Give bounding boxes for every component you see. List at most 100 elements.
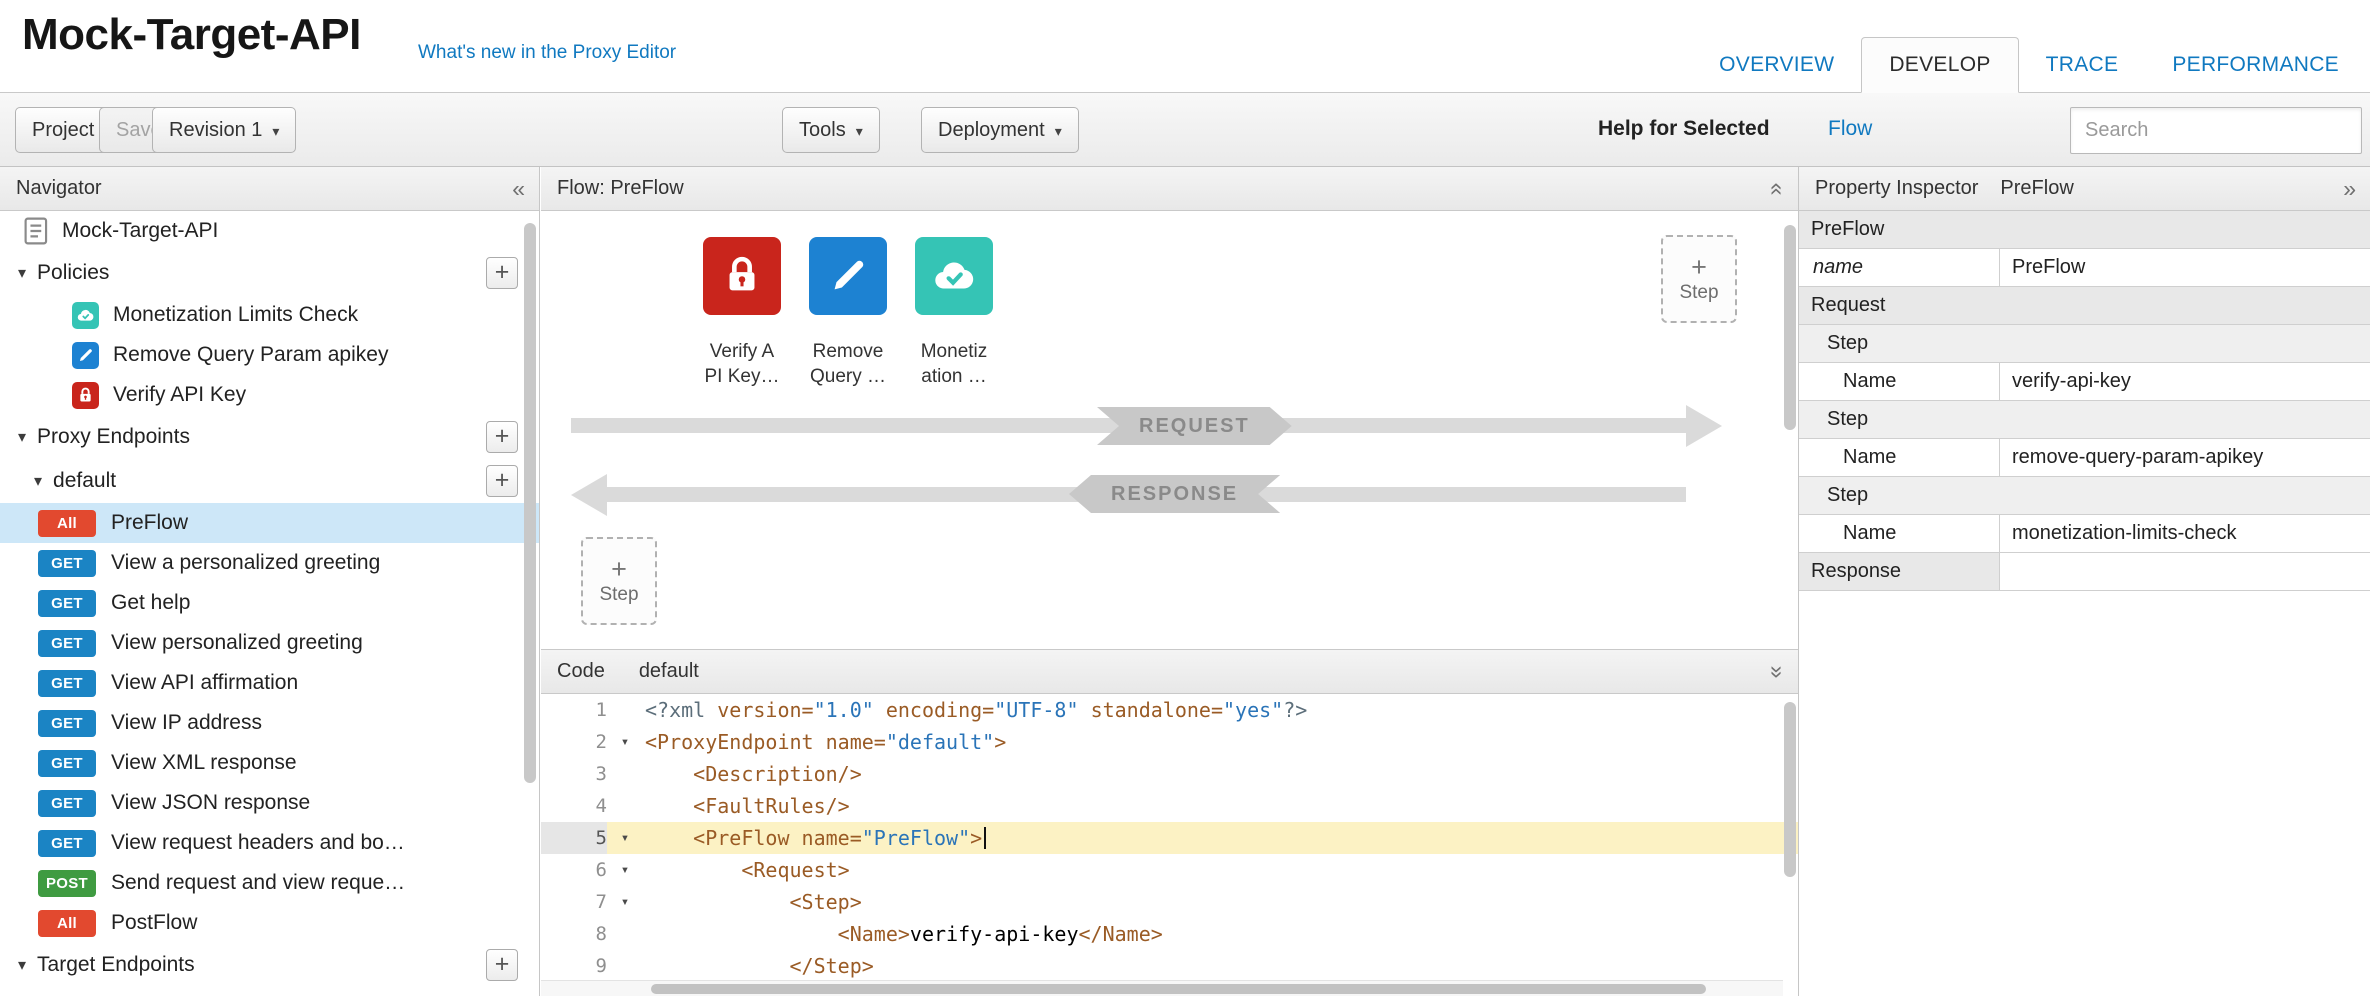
plus-icon: +	[611, 557, 627, 581]
nav-flow-item[interactable]: GET View API affirmation	[0, 663, 539, 703]
help-for-selected-label: Help for Selected	[1598, 117, 1770, 141]
property-inspector-panel: Property Inspector PreFlow » PreFlow nam…	[1798, 167, 2370, 996]
text-cursor	[984, 827, 986, 849]
nav-flow-postflow[interactable]: All PostFlow	[0, 903, 539, 943]
nav-flow-item[interactable]: GET View personalized greeting	[0, 623, 539, 663]
method-badge: GET	[38, 710, 96, 737]
code-vscrollbar[interactable]	[1784, 702, 1796, 877]
nav-flow-item[interactable]: GET View XML response	[0, 743, 539, 783]
add-target-endpoint-button[interactable]: +	[486, 949, 518, 981]
inspector-property-row: Name verify-api-key	[1799, 363, 2370, 401]
tab-overview[interactable]: OVERVIEW	[1692, 37, 1861, 93]
nav-flow-item[interactable]: GET View IP address	[0, 703, 539, 743]
nav-flow-item[interactable]: GET View request headers and bo…	[0, 823, 539, 863]
code-text: <ProxyEndpoint name="default">	[643, 726, 1006, 758]
code-text: <Name>verify-api-key</Name>	[643, 918, 1163, 950]
fold-arrow-icon[interactable]: ▾	[607, 854, 643, 886]
method-badge: GET	[38, 830, 96, 857]
nav-item-default-endpoint[interactable]: ▾ default +	[0, 459, 539, 503]
add-step-button-response[interactable]: + Step	[581, 537, 657, 625]
property-value[interactable]: PreFlow	[2000, 249, 2370, 286]
nav-item-label: Verify API Key	[113, 383, 246, 407]
property-value[interactable]	[2000, 553, 2370, 590]
caret-down-icon[interactable]: ▾	[18, 955, 26, 975]
code-header: Code default »	[541, 650, 1798, 694]
method-badge: GET	[38, 590, 96, 617]
nav-item-policy-remove-query-param[interactable]: Remove Query Param apikey	[0, 335, 539, 375]
code-hscrollbar-thumb[interactable]	[651, 984, 1706, 994]
property-inspector-context: PreFlow	[2000, 177, 2073, 200]
fold-arrow-icon[interactable]: ▾	[607, 726, 643, 758]
nav-flow-item[interactable]: GET View JSON response	[0, 783, 539, 823]
flow-scrollbar[interactable]	[1784, 225, 1796, 430]
code-line[interactable]: 8 <Name>verify-api-key</Name>	[541, 918, 1798, 950]
inspector-response-row: Response	[1799, 553, 2370, 591]
collapse-right-icon[interactable]: »	[2343, 177, 2356, 200]
code-line[interactable]: 7▾ <Step>	[541, 886, 1798, 918]
expand-down-icon[interactable]: »	[1766, 665, 1789, 678]
tab-develop[interactable]: DEVELOP	[1861, 37, 2018, 93]
nav-item-policy-monetization[interactable]: Monetization Limits Check	[0, 295, 539, 335]
help-flow-link[interactable]: Flow	[1828, 117, 1872, 141]
method-badge: GET	[38, 550, 96, 577]
nav-flow-item[interactable]: GET Get help	[0, 583, 539, 623]
flow-editor-panel: Flow: PreFlow « Verify A PI Key… Remove …	[541, 167, 1798, 996]
nav-flow-preflow[interactable]: All PreFlow	[0, 503, 539, 543]
caret-down-icon[interactable]: ▾	[34, 471, 42, 491]
navigator-scrollbar[interactable]	[524, 223, 536, 783]
nav-section-policies[interactable]: ▾ Policies +	[0, 251, 539, 295]
add-step-button-request[interactable]: + Step	[1661, 235, 1737, 323]
code-editor[interactable]: 1<?xml version="1.0" encoding="UTF-8" st…	[541, 694, 1798, 996]
tab-performance[interactable]: PERFORMANCE	[2145, 37, 2366, 93]
app-header: Mock-Target-API What's new in the Proxy …	[0, 0, 2370, 92]
line-number: 6	[541, 854, 607, 886]
property-key: Name	[1799, 439, 2000, 476]
property-table: PreFlow name PreFlow Request Step Name v…	[1799, 211, 2370, 591]
caret-down-icon[interactable]: ▾	[18, 427, 26, 447]
tools-menu-button[interactable]: Tools ▾	[782, 107, 880, 153]
code-hscrollbar-track[interactable]	[541, 980, 1783, 996]
property-value[interactable]: remove-query-param-apikey	[2000, 439, 2370, 476]
caret-down-icon[interactable]: ▾	[18, 263, 26, 283]
main-tabs: OVERVIEW DEVELOP TRACE PERFORMANCE	[1692, 37, 2366, 93]
fold-arrow-icon[interactable]: ▾	[607, 886, 643, 918]
flow-policy-verify-api-key[interactable]	[703, 237, 781, 315]
tab-trace[interactable]: TRACE	[2019, 37, 2146, 93]
fold-spacer	[607, 758, 643, 790]
code-line[interactable]: 6▾ <Request>	[541, 854, 1798, 886]
code-text: <Step>	[643, 886, 862, 918]
code-line[interactable]: 9 </Step>	[541, 950, 1798, 982]
add-flow-button[interactable]: +	[486, 465, 518, 497]
nav-section-target-endpoints[interactable]: ▾ Target Endpoints +	[0, 943, 539, 987]
nav-flow-item[interactable]: GET View a personalized greeting	[0, 543, 539, 583]
request-label: REQUEST	[1097, 407, 1292, 445]
whats-new-link[interactable]: What's new in the Proxy Editor	[418, 42, 676, 64]
property-value[interactable]: monetization-limits-check	[2000, 515, 2370, 552]
nav-item-label: View personalized greeting	[111, 631, 363, 655]
collapse-left-icon[interactable]: «	[512, 177, 525, 200]
chevron-down-icon: ▾	[272, 123, 279, 140]
flow-policy-remove-query-param[interactable]	[809, 237, 887, 315]
deployment-menu-button[interactable]: Deployment ▾	[921, 107, 1079, 153]
nav-section-proxy-endpoints[interactable]: ▾ Proxy Endpoints +	[0, 415, 539, 459]
code-line[interactable]: 1<?xml version="1.0" encoding="UTF-8" st…	[541, 694, 1798, 726]
add-policy-button[interactable]: +	[486, 257, 518, 289]
search-input[interactable]	[2070, 107, 2362, 154]
collapse-up-icon[interactable]: «	[1766, 182, 1789, 195]
nav-item-policy-verify-api-key[interactable]: Verify API Key	[0, 375, 539, 415]
code-text: <FaultRules/>	[643, 790, 850, 822]
line-number: 5	[541, 822, 607, 854]
flow-policy-monetization[interactable]	[915, 237, 993, 315]
code-line[interactable]: 3 <Description/>	[541, 758, 1798, 790]
property-value[interactable]: verify-api-key	[2000, 363, 2370, 400]
fold-arrow-icon[interactable]: ▾	[607, 822, 643, 854]
code-text: <Description/>	[643, 758, 862, 790]
add-proxy-endpoint-button[interactable]: +	[486, 421, 518, 453]
code-line[interactable]: 4 <FaultRules/>	[541, 790, 1798, 822]
code-line[interactable]: 5▾ <PreFlow name="PreFlow">	[541, 822, 1798, 854]
nav-item-proxy-root[interactable]: Mock-Target-API	[0, 211, 539, 251]
section-label: Policies	[37, 261, 109, 285]
code-line[interactable]: 2▾<ProxyEndpoint name="default">	[541, 726, 1798, 758]
revision-menu-button[interactable]: Revision 1 ▾	[152, 107, 296, 153]
nav-flow-item[interactable]: POST Send request and view reque…	[0, 863, 539, 903]
